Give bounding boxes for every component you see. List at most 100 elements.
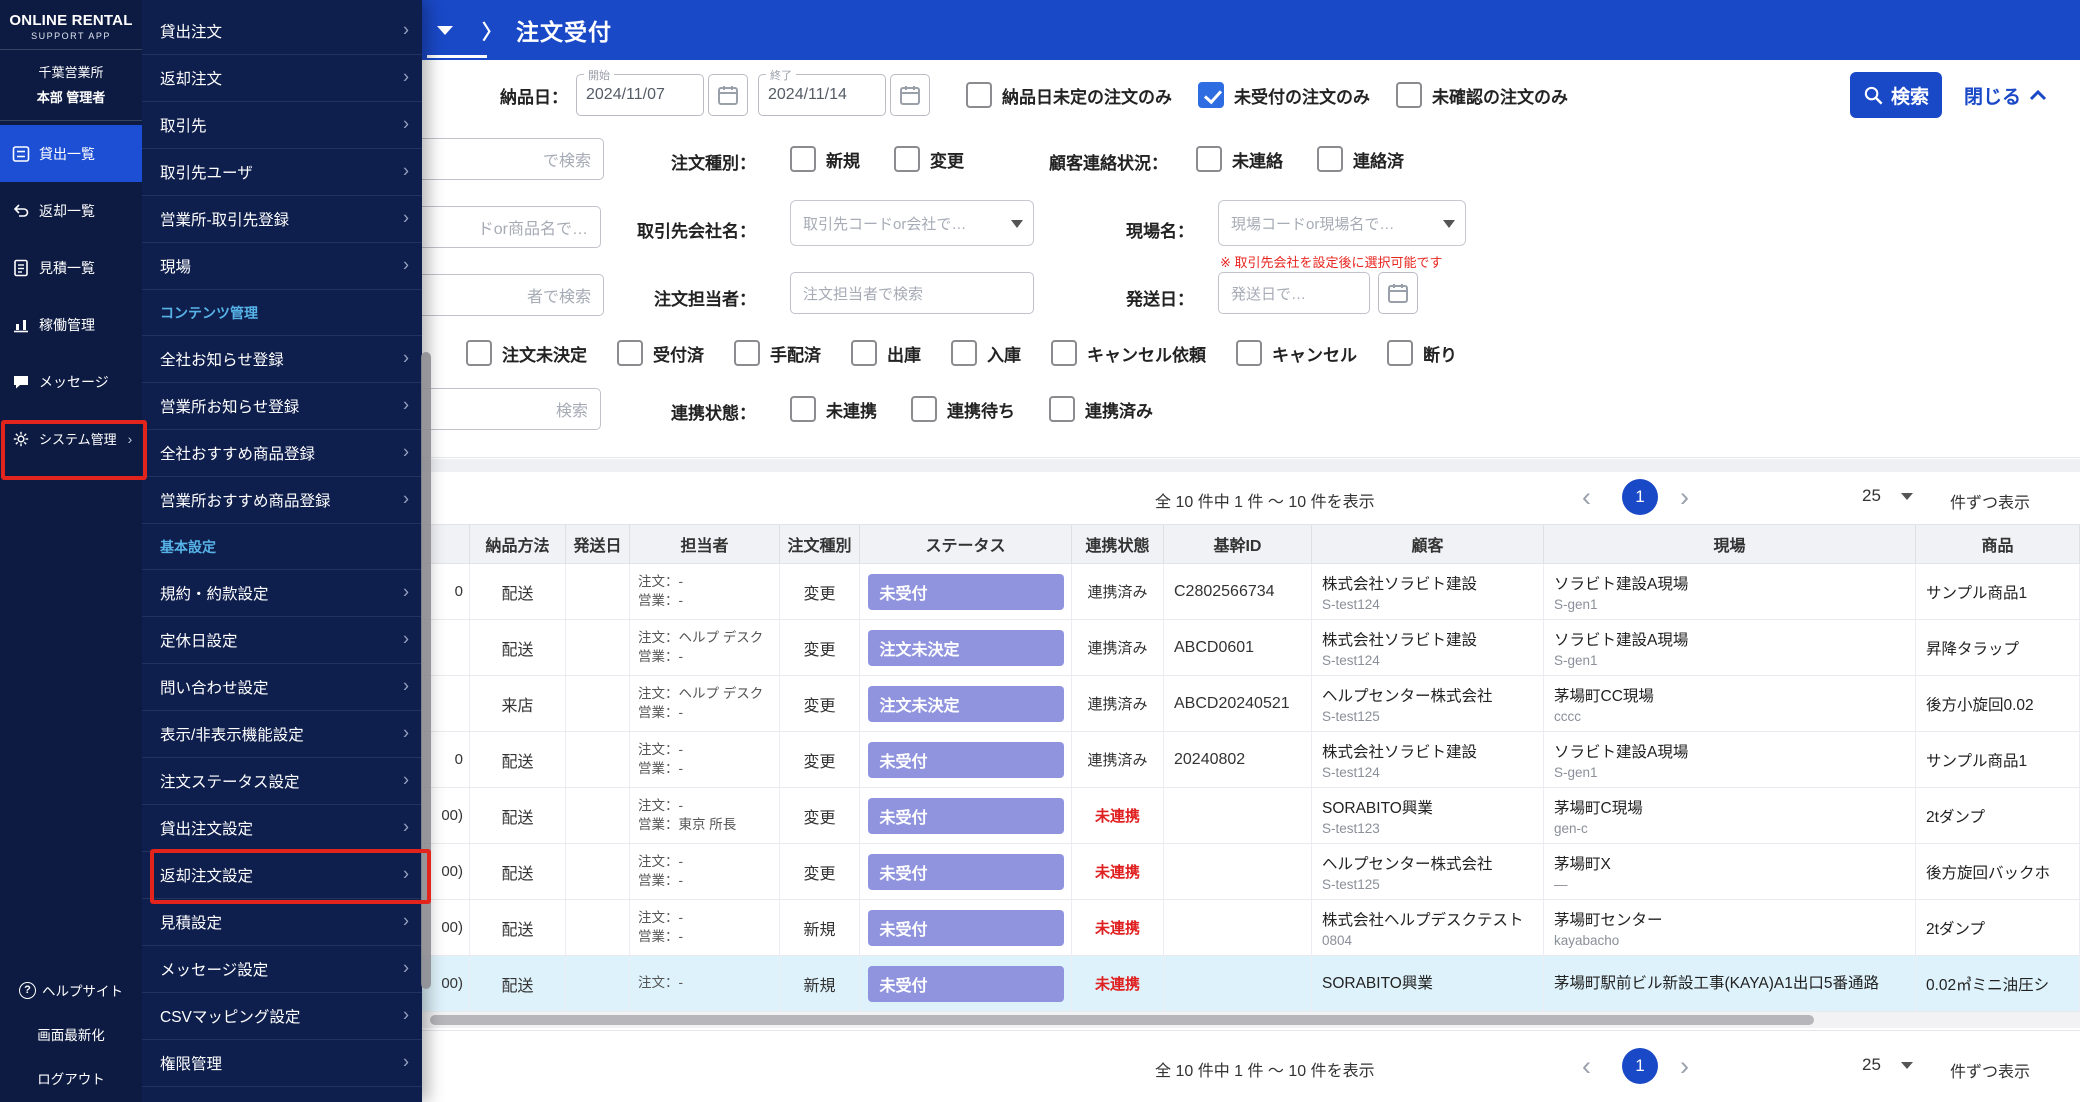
- submenu-item-office-partner[interactable]: 営業所-取引先登録: [142, 196, 422, 243]
- checkbox-status-shipped[interactable]: 出庫: [851, 340, 921, 366]
- submenu-item-csv-mapping-setting[interactable]: CSVマッピング設定: [142, 993, 422, 1040]
- customer-cell: 株式会社ソラビト建設 S-test124: [1312, 732, 1544, 787]
- submenu-item-office-recommend[interactable]: 営業所おすすめ商品登録: [142, 477, 422, 524]
- partner-company-select[interactable]: 取引先コードor会社で…: [790, 200, 1034, 246]
- next-page-button[interactable]: ›: [1680, 1052, 1689, 1080]
- table-row[interactable]: 0 配送 注文：- 営業：- 変更 未受付 連携済み C2802566734 株式…: [422, 564, 2080, 620]
- checkbox-box[interactable]: [1396, 82, 1422, 108]
- core-id-cell: ABCD0601: [1164, 620, 1312, 675]
- checkbox-box[interactable]: [1236, 340, 1262, 366]
- page-number-button[interactable]: 1: [1622, 479, 1658, 515]
- checkbox-status-accepted[interactable]: 受付済: [617, 340, 704, 366]
- logout-link[interactable]: ログアウト: [0, 1056, 142, 1100]
- checkbox-box-checked[interactable]: [1198, 82, 1224, 108]
- per-page-select[interactable]: 25: [1862, 486, 1913, 506]
- prev-page-button[interactable]: ‹: [1582, 1052, 1591, 1080]
- checkbox-contacted[interactable]: 連絡済: [1317, 146, 1404, 172]
- checkbox-change[interactable]: 変更: [894, 146, 964, 172]
- table-row[interactable]: 00) 配送 注文：- 営業：- 新規 未受付 未連携 株式会社ヘルプデスクテスト…: [422, 900, 2080, 956]
- submenu-item-visibility-setting[interactable]: 表示/非表示機能設定: [142, 711, 422, 758]
- submenu-item-company-recommend[interactable]: 全社おすすめ商品登録: [142, 430, 422, 477]
- submenu-item-order-status-setting[interactable]: 注文ステータス設定: [142, 758, 422, 805]
- checkbox-link-done[interactable]: 連携済み: [1049, 396, 1153, 422]
- table-row[interactable]: 配送 注文：ヘルプ デスク 営業：- 変更 注文未決定 連携済み ABCD0601…: [422, 620, 2080, 676]
- submenu-item-return-order[interactable]: 返却注文: [142, 55, 422, 102]
- delivery-date-end-input[interactable]: 終了 2024/11/14: [758, 67, 886, 116]
- table-row[interactable]: 00) 配送 注文：- 営業：- 変更 未受付 未連携 ヘルプセンター株式会社 S-…: [422, 844, 2080, 900]
- submenu-item-inquiry-setting[interactable]: 問い合わせ設定: [142, 664, 422, 711]
- per-page-suffix: 件ずつ表示: [1950, 495, 2031, 512]
- prev-page-button[interactable]: ‹: [1582, 483, 1591, 511]
- checkbox-status-cancel-request[interactable]: キャンセル依頼: [1051, 340, 1206, 366]
- submenu-scrollbar-thumb[interactable]: [421, 352, 431, 989]
- ship-date-input[interactable]: 発送日で…: [1218, 272, 1370, 314]
- checkbox-box[interactable]: [1196, 146, 1222, 172]
- sidebar-item-return-list[interactable]: 返却一覧: [0, 182, 142, 239]
- checkbox-no-delivery-date[interactable]: 納品日未定の注文のみ: [966, 82, 1172, 108]
- site-name-select[interactable]: 現場コードor現場名で…: [1218, 200, 1466, 246]
- help-site-link[interactable]: ? ヘルプサイト: [0, 968, 142, 1012]
- calendar-end-button[interactable]: [890, 74, 930, 116]
- status-cell: 注文未決定: [860, 620, 1072, 675]
- checkbox-box[interactable]: [1387, 340, 1413, 366]
- submenu-item-terms-setting[interactable]: 規約・約款設定: [142, 570, 422, 617]
- checkbox-box[interactable]: [1317, 146, 1343, 172]
- checkbox-status-received[interactable]: 入庫: [951, 340, 1021, 366]
- delivery-date-start-input[interactable]: 開始 2024/11/07: [576, 67, 704, 116]
- checkbox-status-undecided[interactable]: 注文未決定: [466, 340, 587, 366]
- submenu-item-message-setting[interactable]: メッセージ設定: [142, 946, 422, 993]
- checkbox-box[interactable]: [1049, 396, 1075, 422]
- per-page-select[interactable]: 25: [1862, 1055, 1913, 1075]
- submenu-item-permission-setting[interactable]: 権限管理: [142, 1040, 422, 1087]
- refresh-screen-link[interactable]: 画面最新化: [0, 1012, 142, 1056]
- table-row-highlighted[interactable]: 00) 配送 注文：- 新規 未受付 未連携 SORABITO興業 茅場町駅前ビ…: [422, 956, 2080, 1012]
- sidebar-item-estimate-list[interactable]: 見積一覧: [0, 239, 142, 296]
- checkbox-box[interactable]: [790, 396, 816, 422]
- submenu-item-company-notice[interactable]: 全社お知らせ登録: [142, 336, 422, 383]
- checkbox-box[interactable]: [951, 340, 977, 366]
- checkbox-box[interactable]: [1051, 340, 1077, 366]
- submenu-item-holiday-setting[interactable]: 定休日設定: [142, 617, 422, 664]
- checkbox-box[interactable]: [911, 396, 937, 422]
- checkbox-link-none[interactable]: 未連携: [790, 396, 877, 422]
- checkbox-not-contacted[interactable]: 未連絡: [1196, 146, 1283, 172]
- table-row[interactable]: 00) 配送 注文：- 営業：東京 所長 変更 未受付 未連携 SORABITO興…: [422, 788, 2080, 844]
- checkbox-box[interactable]: [466, 340, 492, 366]
- submenu-item-rental-order-setting[interactable]: 貸出注文設定: [142, 805, 422, 852]
- checkbox-status-refused[interactable]: 断り: [1387, 340, 1457, 366]
- search-button[interactable]: 検索: [1850, 72, 1942, 118]
- checkbox-unconfirmed-only[interactable]: 未確認の注文のみ: [1396, 82, 1568, 108]
- sidebar-item-system-mgmt[interactable]: システム管理: [0, 410, 142, 467]
- submenu-item-partner[interactable]: 取引先: [142, 102, 422, 149]
- submenu-item-estimate-setting[interactable]: 見積設定: [142, 899, 422, 946]
- checkbox-box[interactable]: [617, 340, 643, 366]
- checkbox-status-cancel[interactable]: キャンセル: [1236, 340, 1357, 366]
- table-row[interactable]: 来店 注文：ヘルプ デスク 営業：- 変更 注文未決定 連携済み ABCD2024…: [422, 676, 2080, 732]
- checkbox-box[interactable]: [790, 146, 816, 172]
- checkbox-box[interactable]: [851, 340, 877, 366]
- status-cell: 注文未決定: [860, 676, 1072, 731]
- checkbox-box[interactable]: [966, 82, 992, 108]
- sidebar-item-operation-mgmt[interactable]: 稼働管理: [0, 296, 142, 353]
- submenu-item-site[interactable]: 現場: [142, 243, 422, 290]
- submenu-item-partner-user[interactable]: 取引先ユーザ: [142, 149, 422, 196]
- close-filter-link[interactable]: 閉じる: [1964, 72, 2047, 118]
- submenu-item-return-order-setting[interactable]: 返却注文設定: [142, 852, 422, 899]
- checkbox-link-waiting[interactable]: 連携待ち: [911, 396, 1015, 422]
- sidebar-item-rental-list[interactable]: 貸出一覧: [0, 125, 142, 182]
- horizontal-scrollbar-thumb[interactable]: [430, 1015, 1814, 1025]
- submenu-item-office-notice[interactable]: 営業所お知らせ登録: [142, 383, 422, 430]
- ship-date-calendar-button[interactable]: [1378, 272, 1418, 314]
- checkbox-unaccepted-only[interactable]: 未受付の注文のみ: [1198, 82, 1370, 108]
- checkbox-box[interactable]: [894, 146, 920, 172]
- sidebar-item-message[interactable]: メッセージ: [0, 353, 142, 410]
- submenu-item-rental-order[interactable]: 貸出注文: [142, 8, 422, 55]
- checkbox-box[interactable]: [734, 340, 760, 366]
- calendar-start-button[interactable]: [708, 74, 748, 116]
- page-number-button[interactable]: 1: [1622, 1048, 1658, 1084]
- checkbox-status-arranged[interactable]: 手配済: [734, 340, 821, 366]
- checkbox-new[interactable]: 新規: [790, 146, 860, 172]
- next-page-button[interactable]: ›: [1680, 483, 1689, 511]
- order-staff-input[interactable]: 注文担当者で検索: [790, 272, 1034, 314]
- table-row[interactable]: 0 配送 注文：- 営業：- 変更 未受付 連携済み 20240802 株式会社ソ…: [422, 732, 2080, 788]
